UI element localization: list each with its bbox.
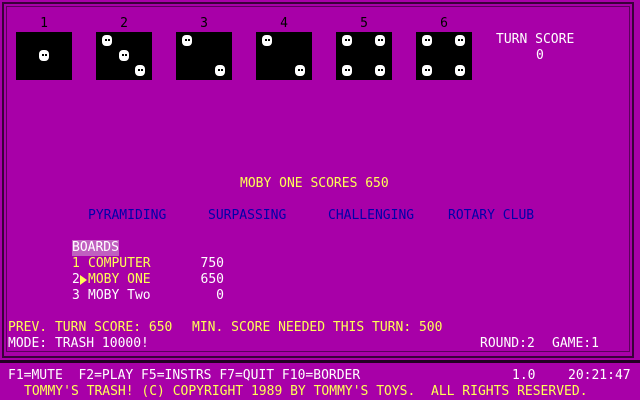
version-label: 1.0 bbox=[512, 368, 536, 383]
die-6[interactable] bbox=[416, 32, 472, 80]
prev-turn-score: PREV. TURN SCORE: 650 bbox=[8, 320, 173, 335]
boards-heading[interactable]: BOARDS bbox=[72, 240, 119, 256]
player-score: 750 bbox=[200, 256, 224, 271]
die-pip bbox=[342, 35, 352, 46]
die-5[interactable] bbox=[336, 32, 392, 80]
player-name: MOBY ONE bbox=[88, 272, 151, 287]
player-score: 650 bbox=[200, 272, 224, 287]
die-6-label: 6 bbox=[440, 16, 448, 31]
die-4-label: 4 bbox=[280, 16, 288, 31]
mode-status: MODE: TRASH 10000! bbox=[8, 336, 149, 351]
die-pip bbox=[375, 35, 385, 46]
die-pip bbox=[135, 65, 145, 76]
die-2-label: 2 bbox=[120, 16, 128, 31]
turn-score-value: 0 bbox=[536, 48, 544, 63]
die-pip bbox=[422, 65, 432, 76]
die-pip bbox=[422, 35, 432, 46]
die-2[interactable] bbox=[96, 32, 152, 80]
die-pip bbox=[119, 50, 129, 61]
die-pip bbox=[182, 35, 192, 46]
option-rotary-club[interactable]: ROTARY CLUB bbox=[448, 208, 534, 224]
round-status: ROUND:2 bbox=[480, 336, 535, 351]
option-pyramiding[interactable]: PYRAMIDING bbox=[88, 208, 166, 224]
die-5-label: 5 bbox=[360, 16, 368, 31]
die-pip bbox=[455, 35, 465, 46]
player-name: MOBY Two bbox=[88, 288, 151, 303]
player-number: 2 bbox=[72, 272, 80, 287]
clock: 20:21:47 bbox=[568, 368, 631, 383]
player-number: 3 bbox=[72, 288, 80, 303]
die-pip bbox=[375, 65, 385, 76]
die-pip bbox=[215, 65, 225, 76]
die-1[interactable] bbox=[16, 32, 72, 80]
die-pip bbox=[342, 65, 352, 76]
die-3[interactable] bbox=[176, 32, 232, 80]
die-3-label: 3 bbox=[200, 16, 208, 31]
function-keys-help: F1=MUTE F2=PLAY F5=INSTRS F7=QUIT F10=BO… bbox=[8, 368, 361, 383]
die-pip bbox=[102, 35, 112, 46]
player-number: 1 bbox=[72, 256, 80, 271]
player-name: COMPUTER bbox=[88, 256, 151, 271]
copyright-notice: TOMMY'S TRASH! (C) COPYRIGHT 1989 BY TOM… bbox=[24, 384, 588, 399]
die-1-label: 1 bbox=[40, 16, 48, 31]
die-pip bbox=[295, 65, 305, 76]
player-score: 0 bbox=[216, 288, 224, 303]
active-player-arrow-icon bbox=[80, 272, 88, 288]
game-status: GAME:1 bbox=[552, 336, 599, 351]
die-pip bbox=[262, 35, 272, 46]
die-pip bbox=[455, 65, 465, 76]
option-challenging[interactable]: CHALLENGING bbox=[328, 208, 414, 224]
option-surpassing[interactable]: SURPASSING bbox=[208, 208, 286, 224]
turn-score-label: TURN SCORE bbox=[496, 32, 575, 47]
die-pip bbox=[39, 50, 49, 61]
min-score-needed: MIN. SCORE NEEDED THIS TURN: 500 bbox=[192, 320, 443, 335]
die-4[interactable] bbox=[256, 32, 312, 80]
score-message: MOBY ONE SCORES 650 bbox=[240, 176, 389, 191]
footer-divider bbox=[0, 360, 640, 363]
